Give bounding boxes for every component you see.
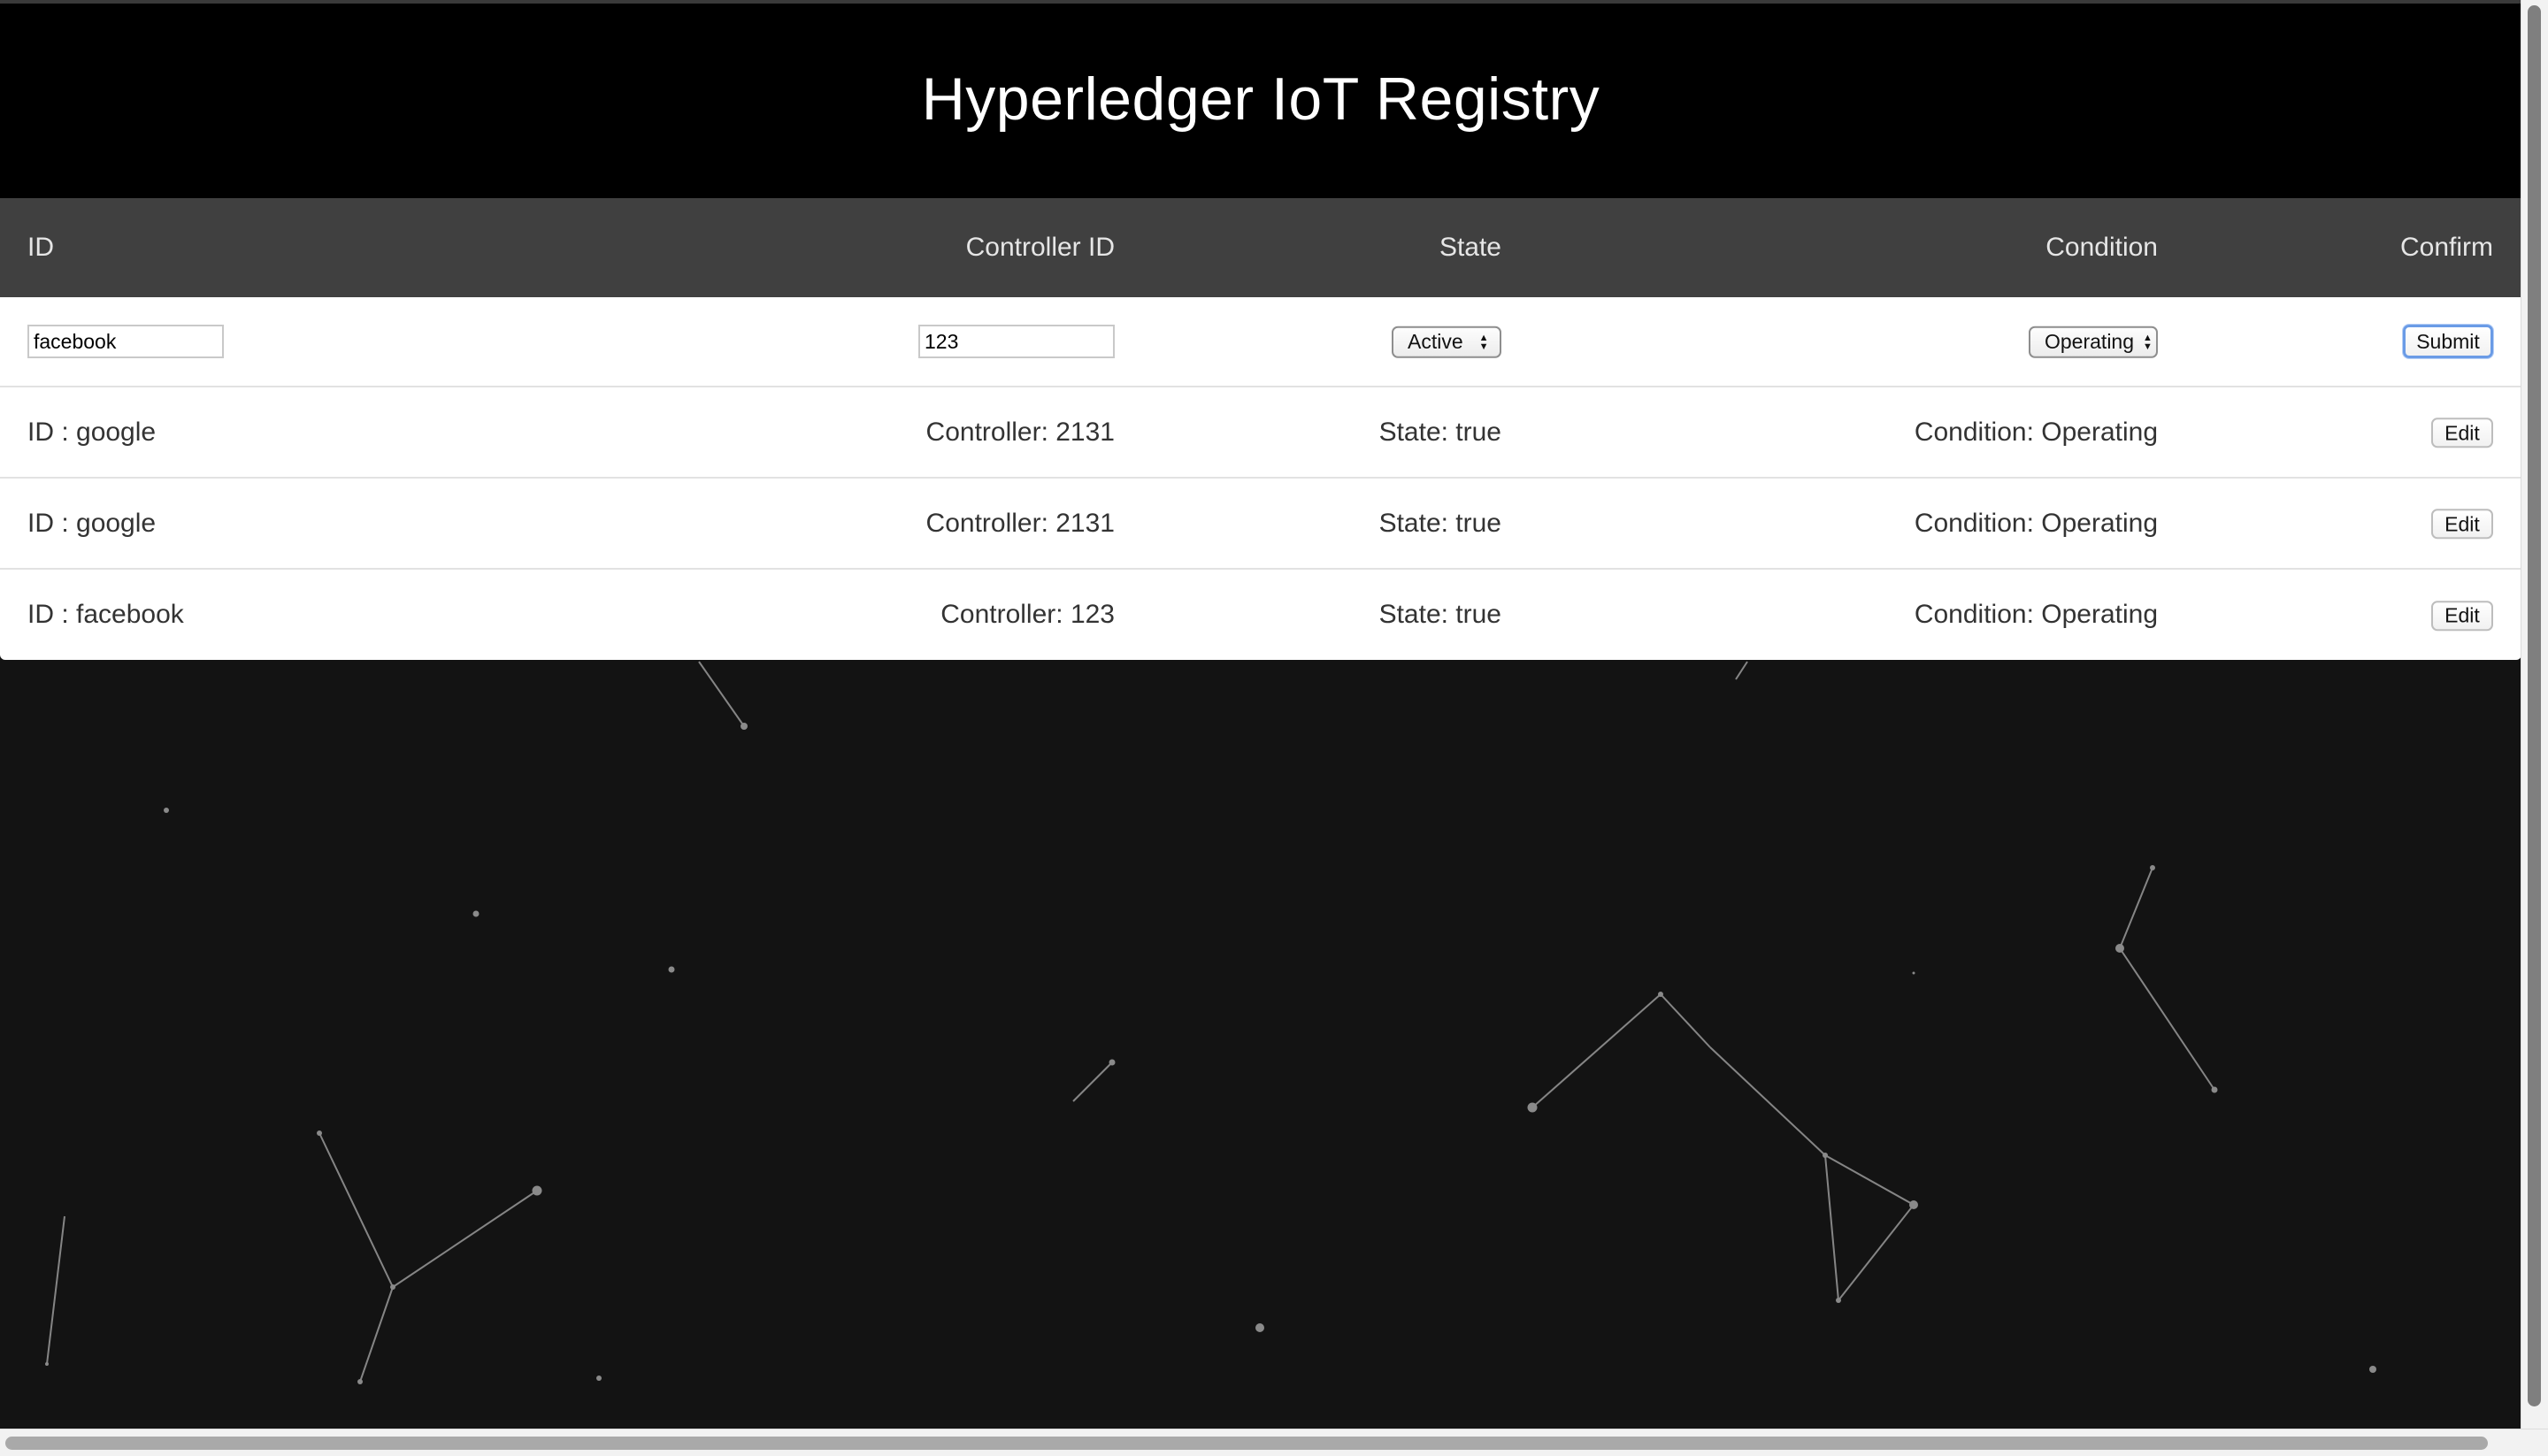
device-state: State: true bbox=[1378, 600, 1501, 629]
horizontal-scrollbar-thumb[interactable] bbox=[5, 1437, 2488, 1450]
horizontal-scrollbar[interactable] bbox=[0, 1429, 2548, 1456]
condition-select-value: Operating bbox=[2045, 329, 2135, 353]
device-condition: Condition: Operating bbox=[1914, 417, 2158, 447]
table-row: ID : google Controller: 2131 State: true… bbox=[0, 387, 2521, 479]
app-header: Hyperledger IoT Registry bbox=[0, 4, 2521, 198]
device-controller: Controller: 2131 bbox=[925, 508, 1115, 538]
condition-select[interactable]: Operating ▲ ▼ bbox=[2029, 326, 2158, 358]
state-cell: Active ▲ ▼ bbox=[1392, 326, 1501, 358]
page: Hyperledger IoT Registry ID Controller I… bbox=[0, 0, 2548, 1456]
device-state: State: true bbox=[1378, 508, 1501, 538]
registry-table: ID Controller ID State Condition Confirm… bbox=[0, 198, 2521, 660]
new-device-form-row: Active ▲▼ Operating ▲▼ Submit bbox=[0, 297, 2521, 387]
column-header-controller-id: Controller ID bbox=[965, 233, 1115, 262]
device-condition: Condition: Operating bbox=[1914, 508, 2158, 538]
confirm-cell: Submit bbox=[2403, 325, 2493, 358]
table-row: ID : facebook Controller: 123 State: tru… bbox=[0, 570, 2521, 660]
page-title: Hyperledger IoT Registry bbox=[921, 65, 1600, 133]
table-row: ID : google Controller: 2131 State: true… bbox=[0, 479, 2521, 570]
updown-chevron-icon: ▲ ▼ bbox=[2143, 332, 2153, 352]
column-header-confirm: Confirm bbox=[2399, 233, 2493, 262]
edit-cell: Edit bbox=[2431, 508, 2493, 540]
vertical-scrollbar[interactable] bbox=[2521, 0, 2548, 1433]
device-condition: Condition: Operating bbox=[1914, 600, 2158, 629]
table-header: ID Controller ID State Condition Confirm bbox=[0, 198, 2521, 297]
controller-cell bbox=[918, 325, 1115, 358]
edit-button[interactable]: Edit bbox=[2431, 418, 2493, 448]
condition-cell: Operating ▲ ▼ bbox=[2029, 326, 2158, 358]
updown-chevron-icon: ▲ ▼ bbox=[1478, 332, 1489, 352]
edit-button[interactable]: Edit bbox=[2431, 509, 2493, 540]
edit-cell: Edit bbox=[2431, 599, 2493, 631]
vertical-scrollbar-thumb[interactable] bbox=[2528, 5, 2541, 1406]
state-select[interactable]: Active ▲ ▼ bbox=[1392, 326, 1501, 358]
edit-cell: Edit bbox=[2431, 417, 2493, 448]
submit-button[interactable]: Submit bbox=[2403, 325, 2493, 358]
column-header-state: State bbox=[1439, 233, 1501, 262]
state-select-value: Active bbox=[1408, 329, 1463, 353]
column-header-id: ID bbox=[27, 233, 54, 262]
edit-button[interactable]: Edit bbox=[2431, 600, 2493, 631]
device-id: ID : google bbox=[27, 508, 157, 538]
id-cell bbox=[27, 325, 224, 358]
id-input[interactable] bbox=[27, 325, 224, 358]
controller-id-input[interactable] bbox=[918, 325, 1115, 358]
device-id: ID : google bbox=[27, 417, 157, 447]
device-state: State: true bbox=[1378, 417, 1501, 447]
device-id: ID : facebook bbox=[27, 600, 184, 629]
device-controller: Controller: 123 bbox=[940, 600, 1115, 629]
column-header-condition: Condition bbox=[2045, 233, 2158, 262]
device-controller: Controller: 2131 bbox=[925, 417, 1115, 447]
